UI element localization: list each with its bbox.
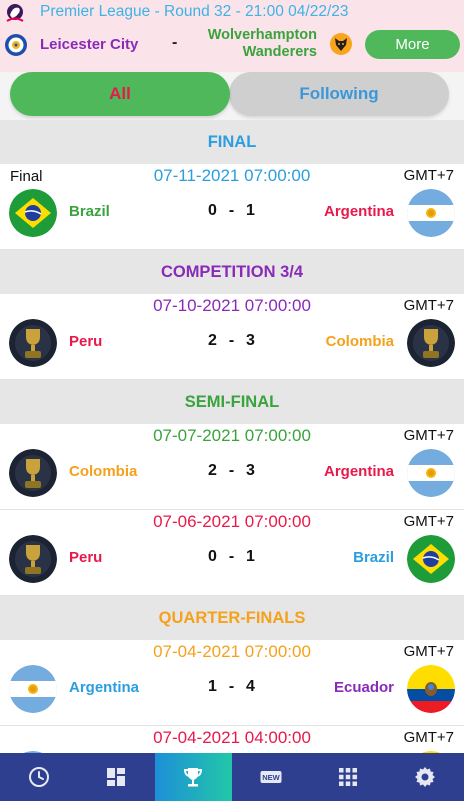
banner-home-team: Leicester City <box>40 36 139 53</box>
home-team-name: Argentina <box>69 679 140 696</box>
home-team-logo <box>9 449 57 497</box>
match-list[interactable]: FINAL Final 07-11-2021 07:00:00 GMT+7 Brazil… <box>0 120 464 753</box>
match-score: 2 - 3 <box>208 332 256 349</box>
home-team-logo <box>9 189 57 237</box>
match-score: 1 - 4 <box>208 678 256 695</box>
home-team-logo <box>9 535 57 583</box>
match-date: 07-10-2021 07:00:00 <box>153 296 311 315</box>
away-team-logo <box>407 449 455 497</box>
match-row[interactable]: Final 07-11-2021 07:00:00 GMT+7 Brazil 0 - 1… <box>0 164 464 250</box>
away-score: 3 <box>246 332 256 349</box>
section-header: COMPETITION 3/4 <box>0 250 464 294</box>
timezone-label: GMT+7 <box>403 643 454 660</box>
home-team-name: Brazil <box>69 203 110 220</box>
away-score: 3 <box>246 462 256 479</box>
premier-league-lion-icon <box>6 4 24 22</box>
away-team-name: Argentina <box>323 463 394 480</box>
home-team-name: Peru <box>69 549 103 566</box>
home-team-name: Peru <box>69 333 103 350</box>
away-team-name: Ecuador <box>333 679 394 696</box>
filter-tabs: Following All <box>0 72 464 120</box>
match-row[interactable]: 07-07-2021 07:00:00 GMT+7 Colombia 2 - 3 Arg… <box>0 424 464 510</box>
trophy-icon <box>184 768 203 787</box>
timezone-label: GMT+7 <box>403 427 454 444</box>
leicester-crest-icon <box>5 34 27 56</box>
section-header: FINAL <box>0 120 464 164</box>
home-score: 0 <box>208 548 218 565</box>
timezone-label: GMT+7 <box>403 729 454 746</box>
featured-match-banner[interactable]: Premier League - Round 32 - 21:00 04/22/… <box>0 0 464 72</box>
away-team-logo <box>407 319 455 367</box>
clock-icon <box>28 767 49 787</box>
away-team-name: Brazil <box>353 549 394 566</box>
section-header: QUARTER-FINALS <box>0 596 464 640</box>
nav-item-news[interactable]: NEW <box>232 753 309 801</box>
match-row[interactable]: 07-10-2021 07:00:00 GMT+7 Peru 2 - 3 Colombi… <box>0 294 464 380</box>
match-date: 07-04-2021 04:00:00 <box>153 728 311 747</box>
nav-item-competitions[interactable] <box>154 753 232 801</box>
away-score: 1 <box>246 548 256 565</box>
away-team-logo <box>407 665 455 713</box>
wolves-crest-icon <box>330 33 352 55</box>
match-score: 0 - 1 <box>208 202 256 219</box>
away-team-name: Argentina <box>323 203 394 220</box>
match-row[interactable]: 07-04-2021 07:00:00 GMT+7 Argentina 1 - 4 Ec… <box>0 640 464 726</box>
timezone-label: GMT+7 <box>403 297 454 314</box>
nav-item-apps[interactable] <box>309 753 386 801</box>
away-team-name: Colombia <box>325 333 394 350</box>
nav-item-schedule[interactable] <box>0 753 77 801</box>
tab-all[interactable]: All <box>10 72 230 116</box>
new-badge-text: NEW <box>262 773 280 782</box>
home-score: 1 <box>208 678 218 695</box>
section-header: SEMI-FINAL <box>0 380 464 424</box>
away-team-logo <box>407 535 455 583</box>
home-team-logo <box>9 665 57 713</box>
match-date: 07-11-2021 07:00:00 <box>153 166 311 185</box>
timezone-label: GMT+7 <box>403 513 454 530</box>
dashboard-icon <box>106 768 125 786</box>
banner-away-team: Wolverhampton Wanderers <box>207 27 317 60</box>
apps-grid-icon <box>338 768 357 786</box>
bottom-navigation: NEW <box>0 753 464 801</box>
match-date: 07-04-2021 07:00:00 <box>153 642 311 661</box>
home-score: 2 <box>208 332 218 349</box>
new-icon: NEW <box>260 771 282 783</box>
nav-item-dashboard[interactable] <box>77 753 154 801</box>
timezone-label: GMT+7 <box>403 167 454 184</box>
match-date: 07-07-2021 07:00:00 <box>153 426 311 445</box>
home-team-name: Colombia <box>69 463 138 480</box>
match-row[interactable]: 07-06-2021 07:00:00 GMT+7 Peru 0 - 1 Brazil <box>0 510 464 596</box>
match-row[interactable]: 07-04-2021 04:00:00 GMT+7 <box>0 726 464 753</box>
home-score: 0 <box>208 202 218 219</box>
nav-item-settings[interactable] <box>387 753 464 801</box>
settings-gear-icon <box>415 767 436 787</box>
home-team-logo <box>9 319 57 367</box>
match-score: 2 - 3 <box>208 462 256 479</box>
tab-following[interactable]: Following <box>229 72 449 116</box>
more-button[interactable]: More <box>365 30 460 59</box>
away-score: 4 <box>246 678 256 695</box>
home-score: 2 <box>208 462 218 479</box>
away-team-logo <box>407 189 455 237</box>
match-score: 0 - 1 <box>208 548 256 565</box>
match-date: 07-06-2021 07:00:00 <box>153 512 311 531</box>
banner-title: Premier League - Round 32 - 21:00 04/22/… <box>40 3 349 20</box>
away-score: 1 <box>246 202 256 219</box>
